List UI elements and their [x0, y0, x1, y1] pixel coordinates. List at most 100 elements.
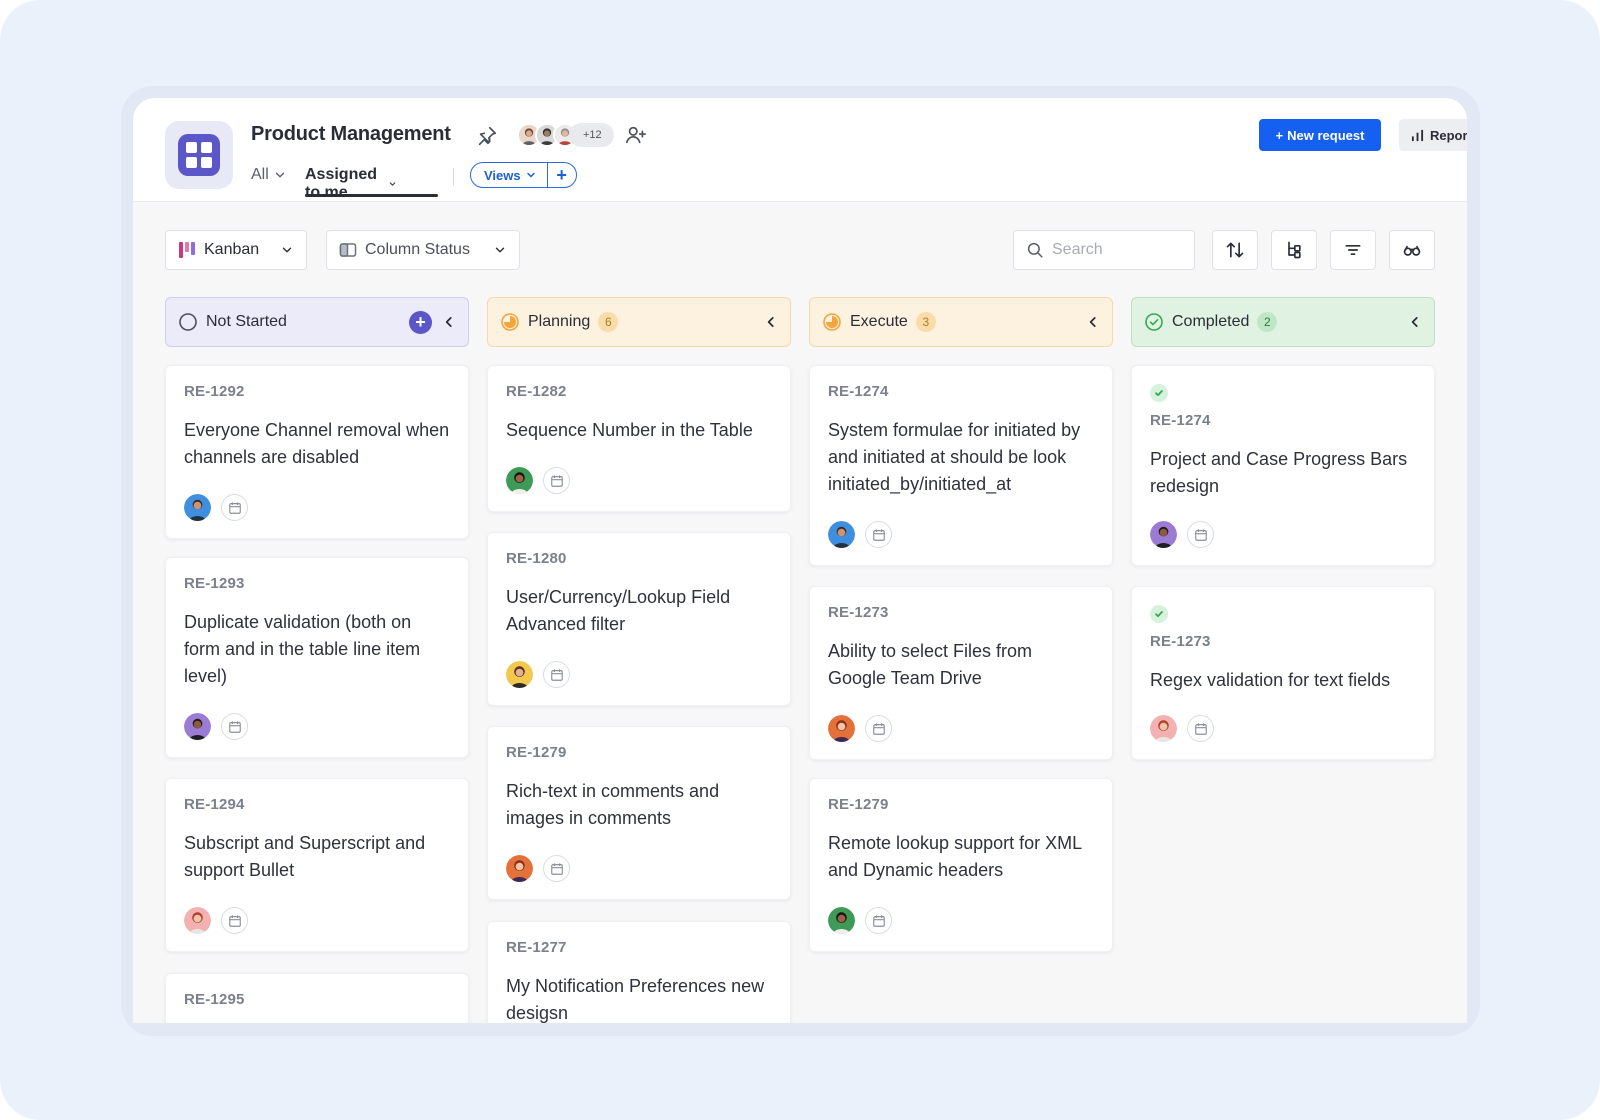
task-card[interactable]: RE-1293 Duplicate validation (both on fo… — [165, 557, 469, 758]
reports-label: Repor — [1430, 127, 1467, 143]
assignee-avatar[interactable] — [828, 521, 855, 548]
task-title: Sequence Number in the Table — [506, 420, 753, 440]
calendar-icon — [872, 722, 885, 735]
columns-icon — [339, 243, 357, 257]
empty-circle-icon — [179, 313, 197, 331]
task-title: Rich-text in comments and images in comm… — [506, 781, 720, 828]
sort-button[interactable] — [1212, 230, 1258, 270]
chevron-left-icon[interactable] — [1086, 315, 1100, 329]
kanban-view-dropdown[interactable]: Kanban — [165, 230, 307, 270]
card-meta — [828, 715, 892, 742]
card-meta — [184, 907, 248, 934]
search-input[interactable] — [1052, 241, 1182, 259]
task-card[interactable]: RE-1292 Everyone Channel removal when ch… — [165, 365, 469, 539]
assignee-avatar[interactable] — [506, 467, 533, 494]
task-card[interactable]: RE-1274 Project and Case Progress Bars r… — [1131, 365, 1435, 566]
task-card[interactable]: RE-1273 Regex validation for text fields — [1131, 586, 1435, 760]
due-date-button[interactable] — [221, 494, 248, 521]
column-header-planning[interactable]: Planning 6 — [487, 297, 791, 347]
binoculars-button[interactable] — [1389, 230, 1435, 270]
due-date-button[interactable] — [865, 907, 892, 934]
due-date-button[interactable] — [543, 855, 570, 882]
due-date-button[interactable] — [221, 713, 248, 740]
column-actions: + — [409, 310, 456, 334]
hierarchy-button[interactable] — [1271, 230, 1317, 270]
due-date-button[interactable] — [543, 467, 570, 494]
assignee-avatar[interactable] — [1150, 715, 1177, 742]
task-card[interactable]: RE-1277 My Notification Preferences new … — [487, 921, 791, 1023]
plus-icon: + — [1275, 127, 1284, 143]
task-card[interactable]: RE-1274 System formulae for initiated by… — [809, 365, 1113, 566]
calendar-icon — [550, 474, 563, 487]
column-actions — [764, 315, 778, 329]
assignee-avatar[interactable] — [506, 855, 533, 882]
background: Product Management +12 All Assigned to m… — [0, 0, 1600, 1120]
task-id: RE-1294 — [184, 796, 245, 813]
task-card[interactable]: RE-1295 — [165, 973, 469, 1023]
tab-all[interactable]: All — [251, 166, 287, 184]
task-card[interactable]: RE-1279 Remote lookup support for XML an… — [809, 778, 1113, 952]
calendar-icon — [872, 528, 885, 541]
assignee-avatar[interactable] — [184, 907, 211, 934]
filter-button[interactable] — [1330, 230, 1376, 270]
task-card[interactable]: RE-1273 Ability to select Files from Goo… — [809, 586, 1113, 760]
add-view-button[interactable]: + — [548, 163, 576, 187]
task-card[interactable]: RE-1279 Rich-text in comments and images… — [487, 726, 791, 900]
column-header-execute[interactable]: Execute 3 — [809, 297, 1113, 347]
search-icon — [1027, 242, 1043, 258]
pin-icon[interactable] — [476, 125, 498, 147]
column-count-badge: 3 — [915, 312, 936, 332]
add-card-button[interactable]: + — [409, 310, 432, 334]
task-card[interactable]: RE-1294 Subscript and Superscript and su… — [165, 778, 469, 952]
views-label: Views — [484, 167, 521, 183]
column-header-completed[interactable]: Completed 2 — [1131, 297, 1435, 347]
task-card[interactable]: RE-1280 User/Currency/Lookup Field Advan… — [487, 532, 791, 706]
column-title: Execute — [850, 313, 908, 330]
card-meta — [828, 521, 892, 548]
task-title: Regex validation for text fields — [1150, 670, 1391, 690]
assignee-avatar[interactable] — [506, 661, 533, 688]
task-title: My Notification Preferences new desigsn — [506, 976, 765, 1023]
task-id: RE-1279 — [828, 796, 889, 813]
completed-check-icon — [1150, 605, 1168, 623]
assignee-avatar[interactable] — [828, 715, 855, 742]
chevron-left-icon[interactable] — [442, 315, 456, 329]
column-status-dropdown[interactable]: Column Status — [326, 230, 520, 270]
calendar-icon — [228, 720, 241, 733]
binoculars-icon — [1403, 245, 1421, 256]
views-dropdown[interactable]: Views — [471, 163, 548, 187]
assignee-avatar[interactable] — [184, 713, 211, 740]
task-title: Project and Case Progress Bars redesign — [1150, 449, 1408, 496]
due-date-button[interactable] — [1187, 715, 1214, 742]
new-request-button[interactable]: + New request — [1259, 119, 1381, 151]
active-tab-indicator — [305, 194, 438, 197]
add-user-icon[interactable] — [625, 124, 647, 146]
due-date-button[interactable] — [543, 661, 570, 688]
card-meta — [184, 494, 248, 521]
chevron-left-icon[interactable] — [764, 315, 778, 329]
task-title: Subscript and Superscript and support Bu… — [184, 833, 426, 880]
member-avatars[interactable]: +12 — [517, 123, 614, 147]
app-grid-icon[interactable] — [165, 121, 233, 189]
task-id: RE-1295 — [184, 991, 245, 1008]
reports-button[interactable]: Repor — [1399, 119, 1467, 151]
task-card[interactable]: RE-1282 Sequence Number in the Table — [487, 365, 791, 512]
task-title: Ability to select Files from Google Team… — [828, 641, 1033, 688]
due-date-button[interactable] — [221, 907, 248, 934]
tab-all-label: All — [251, 166, 269, 183]
due-date-button[interactable] — [1187, 521, 1214, 548]
column-actions — [1408, 315, 1422, 329]
calendar-icon — [550, 668, 563, 681]
column-header-not-started[interactable]: Not Started + — [165, 297, 469, 347]
column-count-badge: 2 — [1257, 312, 1278, 332]
due-date-button[interactable] — [865, 521, 892, 548]
filter-icon — [1345, 245, 1361, 255]
assignee-avatar[interactable] — [184, 494, 211, 521]
column-title: Planning — [528, 313, 591, 330]
assignee-avatar[interactable] — [828, 907, 855, 934]
due-date-button[interactable] — [865, 715, 892, 742]
assignee-avatar[interactable] — [1150, 521, 1177, 548]
chevron-down-icon — [389, 182, 396, 186]
completed-check-icon — [1150, 384, 1168, 402]
chevron-left-icon[interactable] — [1408, 315, 1422, 329]
